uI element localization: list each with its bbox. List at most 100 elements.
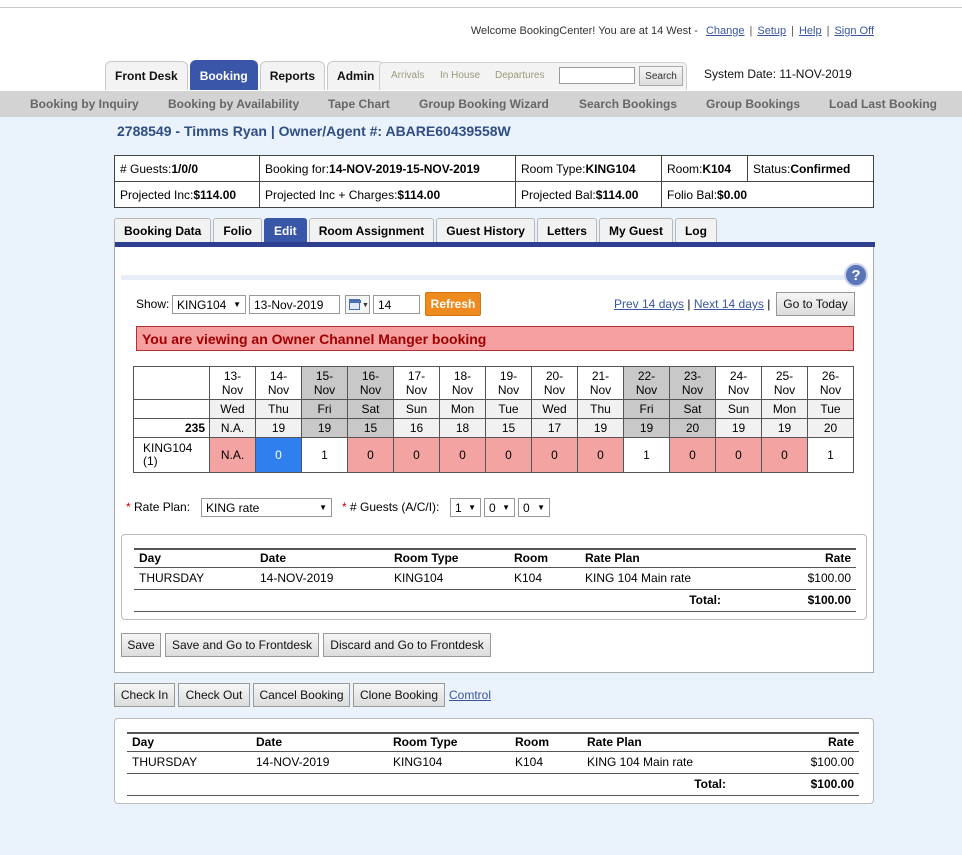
nav-booking-by-availability[interactable]: Booking by Availability [168, 97, 299, 111]
tab-room-assignment[interactable]: Room Assignment [308, 218, 435, 242]
day-of-week: Thu [255, 399, 302, 419]
tab-guest-history[interactable]: Guest History [436, 218, 535, 242]
tab-folio[interactable]: Folio [213, 218, 263, 242]
children-select[interactable]: 0 ▼ [484, 498, 515, 517]
tab-log[interactable]: Log [674, 218, 717, 242]
rate-plan-row: * Rate Plan: [126, 500, 191, 514]
change-link[interactable]: Change [706, 25, 745, 37]
cancel-booking-button[interactable]: Cancel Booking [253, 683, 350, 707]
discard-and-go-frontdesk-button[interactable]: Discard and Go to Frontdesk [323, 633, 491, 657]
go-to-today-button[interactable]: Go to Today [776, 292, 855, 316]
tab-my-guest[interactable]: My Guest [598, 218, 673, 242]
tab-reports[interactable]: Reports [259, 61, 326, 90]
day-header: 13- Nov [209, 366, 256, 400]
projected-bal-cell: Projected Bal:$114.00 [515, 181, 662, 208]
col-rate-plan: Rate Plan [582, 732, 760, 752]
welcome-bar: Welcome BookingCenter! You are at 14 Wes… [470, 25, 874, 37]
quick-search-input[interactable] [559, 67, 635, 84]
start-date-input[interactable]: 13-Nov-2019 [249, 295, 340, 314]
infants-select[interactable]: 0 ▼ [518, 498, 550, 517]
rate-plan-select[interactable]: KING rate ▼ [201, 498, 332, 517]
day-count: 18 [439, 418, 486, 438]
check-out-button[interactable]: Check Out [178, 683, 250, 707]
chevron-down-icon: ▼ [319, 503, 327, 512]
nav-group-bookings[interactable]: Group Bookings [706, 97, 800, 111]
tab-admin[interactable]: Admin [327, 61, 385, 90]
days-input[interactable]: 14 [373, 295, 420, 314]
edit-panel: ? Show: KING104 ▼ 13-Nov-2019 ▼ 14 Refres… [114, 242, 875, 673]
save-and-go-frontdesk-button[interactable]: Save and Go to Frontdesk [165, 633, 319, 657]
quick-search-bar: Arrivals In House Departures Search [379, 62, 687, 90]
tab-letters[interactable]: Letters [536, 218, 597, 242]
help-icon[interactable]: ? [844, 263, 868, 287]
bottom-rate-summary: Day Date Room Type Room Rate Plan Rate T… [114, 718, 874, 804]
calendar-icon[interactable]: ▼ [345, 295, 370, 314]
refresh-button[interactable]: Refresh [425, 292, 481, 316]
availability-cell[interactable]: 1 [623, 437, 670, 473]
day-count: 19 [761, 418, 808, 438]
clone-booking-button[interactable]: Clone Booking [353, 683, 445, 707]
tab-edit[interactable]: Edit [264, 218, 307, 242]
owner-channel-alert: You are viewing an Owner Channel Manger … [136, 326, 854, 351]
availability-cell[interactable]: 0 [255, 437, 302, 473]
tab-booking-data[interactable]: Booking Data [114, 218, 212, 242]
search-button[interactable]: Search [639, 66, 683, 86]
day-of-week: Wed [209, 399, 256, 419]
day-count: 19 [715, 418, 762, 438]
day-count: 16 [393, 418, 440, 438]
day-of-week: Wed [531, 399, 578, 419]
col-rate-plan: Rate Plan [580, 548, 755, 568]
availability-cell[interactable]: 0 [393, 437, 440, 473]
prev-14-days-link[interactable]: Prev 14 days [614, 297, 684, 311]
availability-cell[interactable]: 0 [715, 437, 762, 473]
tab-front-desk[interactable]: Front Desk [105, 61, 188, 90]
total-row: Total: $100.00 [127, 773, 859, 796]
col-rate: Rate [760, 732, 859, 752]
day-header: 22- Nov [623, 366, 670, 400]
tab-booking[interactable]: Booking [189, 60, 258, 90]
nav-booking-by-inquiry[interactable]: Booking by Inquiry [30, 97, 139, 111]
day-header: 20- Nov [531, 366, 578, 400]
table-row: THURSDAY 14-NOV-2019 KING104 K104 KING 1… [127, 751, 859, 774]
arrivals-link[interactable]: Arrivals [391, 70, 424, 81]
check-in-button[interactable]: Check In [114, 683, 175, 707]
setup-link[interactable]: Setup [757, 25, 786, 37]
nav-load-last-booking[interactable]: Load Last Booking [829, 97, 937, 111]
availability-cell[interactable]: 0 [577, 437, 624, 473]
save-button[interactable]: Save [121, 633, 161, 657]
in-house-link[interactable]: In House [440, 70, 480, 81]
bottom-rate-table: Day Date Room Type Room Rate Plan Rate T… [127, 732, 859, 796]
adults-select[interactable]: 1 ▼ [450, 498, 481, 517]
availability-cell[interactable]: 0 [485, 437, 532, 473]
col-rate: Rate [755, 548, 856, 568]
day-count: 19 [577, 418, 624, 438]
rate-plan-label: Rate Plan: [134, 500, 191, 514]
sign-off-link[interactable]: Sign Off [834, 25, 874, 37]
comtrol-link[interactable]: Comtrol [449, 688, 491, 702]
chevron-down-icon: ▼ [537, 503, 545, 512]
help-link[interactable]: Help [799, 25, 822, 37]
room-type-select[interactable]: KING104 ▼ [172, 295, 246, 314]
departures-link[interactable]: Departures [495, 70, 544, 81]
availability-cell[interactable]: 0 [439, 437, 486, 473]
availability-cell[interactable]: 1 [807, 437, 854, 473]
projected-inc-cell: Projected Inc:$114.00 [114, 181, 260, 208]
availability-cell[interactable]: N.A. [209, 437, 256, 473]
nav-group-booking-wizard[interactable]: Group Booking Wizard [419, 97, 549, 111]
nav-tape-chart[interactable]: Tape Chart [328, 97, 390, 111]
availability-cell[interactable]: 1 [301, 437, 348, 473]
col-room-type: Room Type [389, 548, 509, 568]
availability-cell[interactable]: 0 [669, 437, 716, 473]
nav-search-bookings[interactable]: Search Bookings [579, 97, 677, 111]
availability-cell[interactable]: 0 [761, 437, 808, 473]
availability-cell[interactable]: 0 [347, 437, 394, 473]
projected-inc-charges-cell: Projected Inc + Charges:$114.00 [259, 181, 516, 208]
day-header: 26- Nov [807, 366, 854, 400]
show-label: Show: [136, 297, 170, 311]
availability-cell[interactable]: 0 [531, 437, 578, 473]
day-of-week: Sun [715, 399, 762, 419]
next-14-days-link[interactable]: Next 14 days [694, 297, 764, 311]
day-header: 16- Nov [347, 366, 394, 400]
chevron-down-icon: ▼ [233, 300, 241, 309]
booking-sub-tabs: Booking Data Folio Edit Room Assignment … [114, 218, 717, 242]
